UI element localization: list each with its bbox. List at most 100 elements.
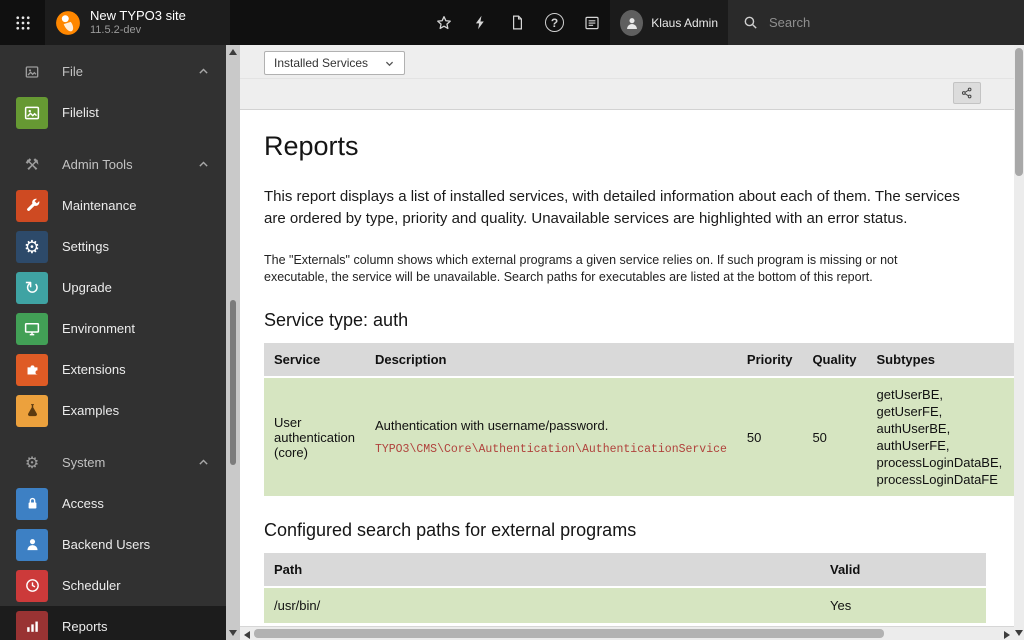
image-icon — [16, 64, 48, 80]
col-header-valid: Valid — [820, 553, 986, 588]
site-link[interactable]: New TYPO3 site 11.5.2-dev — [45, 0, 230, 45]
module-group-admin-tools: ⚒ Admin Tools Maintenance ⚙ Settings ↻ U… — [0, 144, 226, 431]
col-header-path: Path — [264, 553, 820, 588]
sidebar-item-label: Access — [62, 496, 104, 511]
installed-services-dropdown[interactable]: Installed Services — [264, 51, 406, 75]
report-note: The "Externals" column shows which exter… — [264, 253, 898, 284]
help-button[interactable]: ? — [536, 0, 573, 45]
sidebar-item-upgrade[interactable]: ↻ Upgrade — [0, 267, 226, 308]
col-header-description: Description — [364, 343, 737, 378]
sidebar-item-extensions[interactable]: Extensions — [0, 349, 226, 390]
path-cell: /usr/bin/ — [264, 587, 820, 623]
sidebar-item-reports[interactable]: Reports — [0, 606, 226, 640]
report-intro: This report displays a list of installed… — [264, 188, 960, 227]
bookmarks-button[interactable] — [425, 0, 462, 45]
user-icon — [626, 17, 637, 29]
modules-grid-icon — [15, 15, 30, 30]
table-row: User authentication (core) Authenticatio… — [264, 377, 1014, 496]
document-icon — [513, 15, 522, 30]
gear-icon: ⚙ — [16, 230, 48, 263]
table-row: /usr/bin/ Yes — [264, 587, 986, 623]
typo3-backend: New TYPO3 site 11.5.2-dev ? Klaus Admin … — [0, 0, 1024, 640]
sidebar-item-settings[interactable]: ⚙ Settings — [0, 226, 226, 267]
typo3-logo — [56, 10, 80, 35]
service-class-code: TYPO3\CMS\Core\Authentication\Authentica… — [374, 443, 727, 456]
reports-module: Reports This report displays a list of i… — [240, 110, 1014, 623]
sidebar-item-environment[interactable]: Environment — [0, 308, 226, 349]
module-group-system: ⚙ System Access Backend Users Scheduler … — [0, 442, 226, 640]
share-button[interactable] — [953, 82, 981, 104]
col-header-subtypes: Subtypes — [866, 343, 1013, 378]
doc-header: Installed Services — [240, 45, 1014, 110]
content-vertical-scrollbar[interactable] — [1014, 45, 1024, 640]
content-horizontal-scrollbar[interactable] — [240, 626, 1014, 640]
group-header-system[interactable]: ⚙ System — [0, 442, 226, 483]
user-icon — [16, 528, 48, 561]
sidebar-item-access[interactable]: Access — [0, 483, 226, 524]
scroll-up-arrow[interactable] — [229, 49, 237, 55]
scroll-left-arrow[interactable] — [244, 631, 250, 639]
subtypes-cell: getUserBE, getUserFE, authUserBE, authUs… — [866, 377, 1013, 496]
open-document-button[interactable] — [499, 0, 536, 45]
system-information-button[interactable] — [573, 0, 610, 45]
sidebar-item-examples[interactable]: Examples — [0, 390, 226, 431]
monitor-icon — [16, 312, 48, 345]
filelist-icon — [16, 96, 48, 129]
help-icon: ? — [545, 13, 564, 32]
chevron-down-icon — [386, 61, 394, 66]
sidebar-item-label: Scheduler — [62, 578, 121, 593]
systeminfo-icon — [584, 16, 599, 29]
services-table: Service Description Priority Quality Sub… — [264, 343, 1014, 496]
modules-toggle-button[interactable] — [0, 0, 45, 45]
tools-icon: ⚒ — [24, 156, 40, 174]
topbar: New TYPO3 site 11.5.2-dev ? Klaus Admin … — [0, 0, 1024, 45]
table-header-row: Path Valid — [264, 553, 986, 588]
module-content: Installed Services Reports This report d… — [240, 45, 1014, 640]
service-description: Authentication with username/password. — [374, 418, 609, 433]
sidebar-item-label: Examples — [62, 403, 120, 418]
scroll-down-arrow[interactable] — [1015, 630, 1023, 636]
module-group-file: File Filelist — [0, 51, 226, 133]
sidebar-item-backend-users[interactable]: Backend Users — [0, 524, 226, 565]
sidebar-item-label: Extensions — [62, 362, 126, 377]
search-input[interactable] — [769, 15, 969, 30]
sidebar-item-label: Upgrade — [62, 280, 112, 295]
scroll-down-arrow[interactable] — [229, 630, 237, 636]
sidebar-item-maintenance[interactable]: Maintenance — [0, 185, 226, 226]
description-cell: Authentication with username/password. T… — [364, 377, 737, 496]
wrench-icon — [16, 189, 48, 222]
site-title: New TYPO3 site — [90, 7, 186, 23]
col-header-priority: Priority — [736, 343, 803, 378]
scroll-right-arrow[interactable] — [1004, 631, 1010, 639]
clear-cache-button[interactable] — [462, 0, 499, 45]
search-icon — [744, 16, 757, 29]
avatar — [620, 9, 644, 36]
scrollbar-thumb[interactable] — [1015, 48, 1023, 176]
scrollbar-thumb[interactable] — [230, 300, 236, 465]
gear-icon: ⚙ — [24, 454, 40, 472]
sidebar-item-scheduler[interactable]: Scheduler — [0, 565, 226, 606]
username-label: Klaus Admin — [651, 15, 718, 30]
table-header-row: Service Description Priority Quality Sub… — [264, 343, 1014, 378]
global-search — [728, 0, 1024, 45]
scrollbar-thumb[interactable] — [254, 629, 884, 638]
group-label: Admin Tools — [62, 157, 133, 172]
sidebar-item-label: Reports — [62, 619, 108, 634]
group-header-file[interactable]: File — [0, 51, 226, 92]
sidebar-item-filelist[interactable]: Filelist — [0, 92, 226, 133]
group-label: System — [62, 455, 106, 470]
flask-icon — [16, 394, 48, 427]
clock-icon — [16, 569, 48, 602]
sidebar-scrollbar[interactable] — [226, 45, 240, 640]
sidebar-item-label: Settings — [62, 239, 109, 254]
sidebar-item-label: Filelist — [62, 105, 99, 120]
group-label: File — [62, 64, 83, 79]
bookmark-icon — [436, 15, 451, 29]
service-type-heading: Service type: auth — [264, 310, 409, 330]
sidebar-item-label: Maintenance — [62, 198, 137, 213]
page-title: Reports — [264, 131, 359, 161]
user-menu-button[interactable]: Klaus Admin — [610, 0, 728, 45]
group-header-admin-tools[interactable]: ⚒ Admin Tools — [0, 144, 226, 185]
search-paths-heading: Configured search paths for external pro… — [264, 520, 637, 540]
chevron-up-icon — [197, 456, 210, 469]
